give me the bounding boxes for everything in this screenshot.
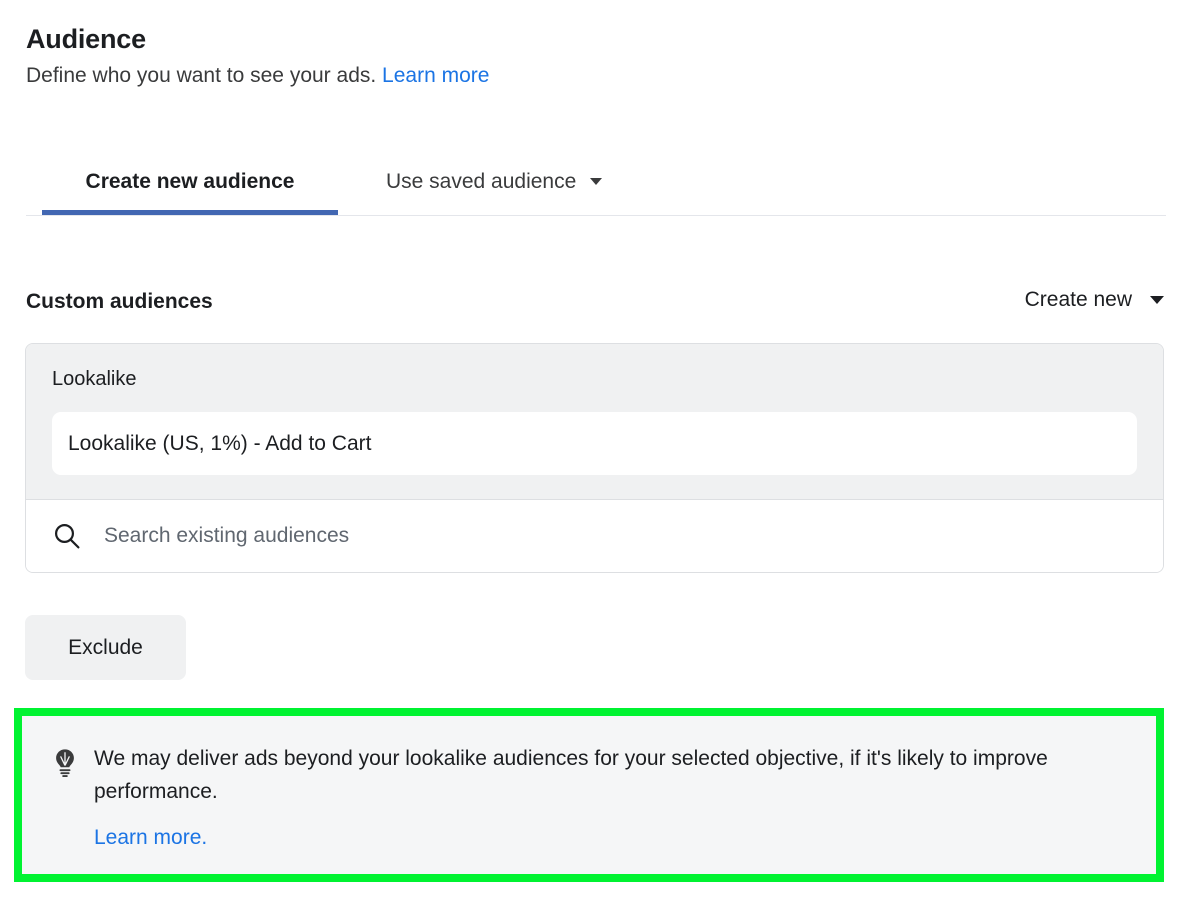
search-input[interactable]: Search existing audiences [104, 524, 349, 548]
search-icon [52, 521, 82, 551]
audience-header: Audience Define who you want to see your… [26, 22, 1156, 90]
custom-audiences-card: Lookalike Lookalike (US, 1%) - Add to Ca… [25, 343, 1164, 573]
create-new-label: Create new [1024, 288, 1132, 311]
tab-create-new-audience[interactable]: Create new audience [42, 148, 338, 215]
selected-audience-chip-label: Lookalike (US, 1%) - Add to Cart [68, 431, 372, 455]
tip-content: We may deliver ads beyond your lookalike… [94, 742, 1128, 874]
search-existing-audiences-row[interactable]: Search existing audiences [26, 500, 1163, 572]
custom-audiences-header-row: Custom audiences Create new [26, 288, 1164, 328]
chevron-down-icon [590, 178, 603, 185]
tab-use-saved-audience[interactable]: Use saved audience [386, 148, 603, 215]
page-title: Audience [26, 24, 146, 54]
exclude-button[interactable]: Exclude [25, 615, 186, 680]
tip-text: We may deliver ads beyond your lookalike… [94, 747, 1048, 803]
page-subtitle: Define who you want to see your ads. Lea… [26, 62, 1156, 90]
tip-learn-more-link[interactable]: Learn more. [94, 824, 207, 852]
custom-audiences-title: Custom audiences [26, 290, 213, 313]
create-new-button[interactable]: Create new [1025, 288, 1164, 312]
audience-panel: Audience Define who you want to see your… [0, 0, 1184, 904]
lightbulb-icon [52, 748, 78, 874]
tip-highlight-box: We may deliver ads beyond your lookalike… [14, 708, 1164, 882]
tab-use-saved-audience-label: Use saved audience [386, 169, 577, 193]
chevron-down-icon [1150, 296, 1164, 304]
selected-audience-chip[interactable]: Lookalike (US, 1%) - Add to Cart [52, 412, 1137, 475]
tab-create-new-audience-label: Create new audience [85, 169, 295, 193]
header-learn-more-link[interactable]: Learn more [382, 64, 489, 87]
page-subtitle-text: Define who you want to see your ads. [26, 64, 377, 87]
tip-box: We may deliver ads beyond your lookalike… [22, 716, 1156, 874]
tab-active-underline [42, 210, 338, 215]
lookalike-group-label: Lookalike [52, 368, 137, 390]
lookalike-group: Lookalike Lookalike (US, 1%) - Add to Ca… [26, 344, 1163, 500]
audience-tabs: Create new audience Use saved audience [26, 148, 1166, 216]
